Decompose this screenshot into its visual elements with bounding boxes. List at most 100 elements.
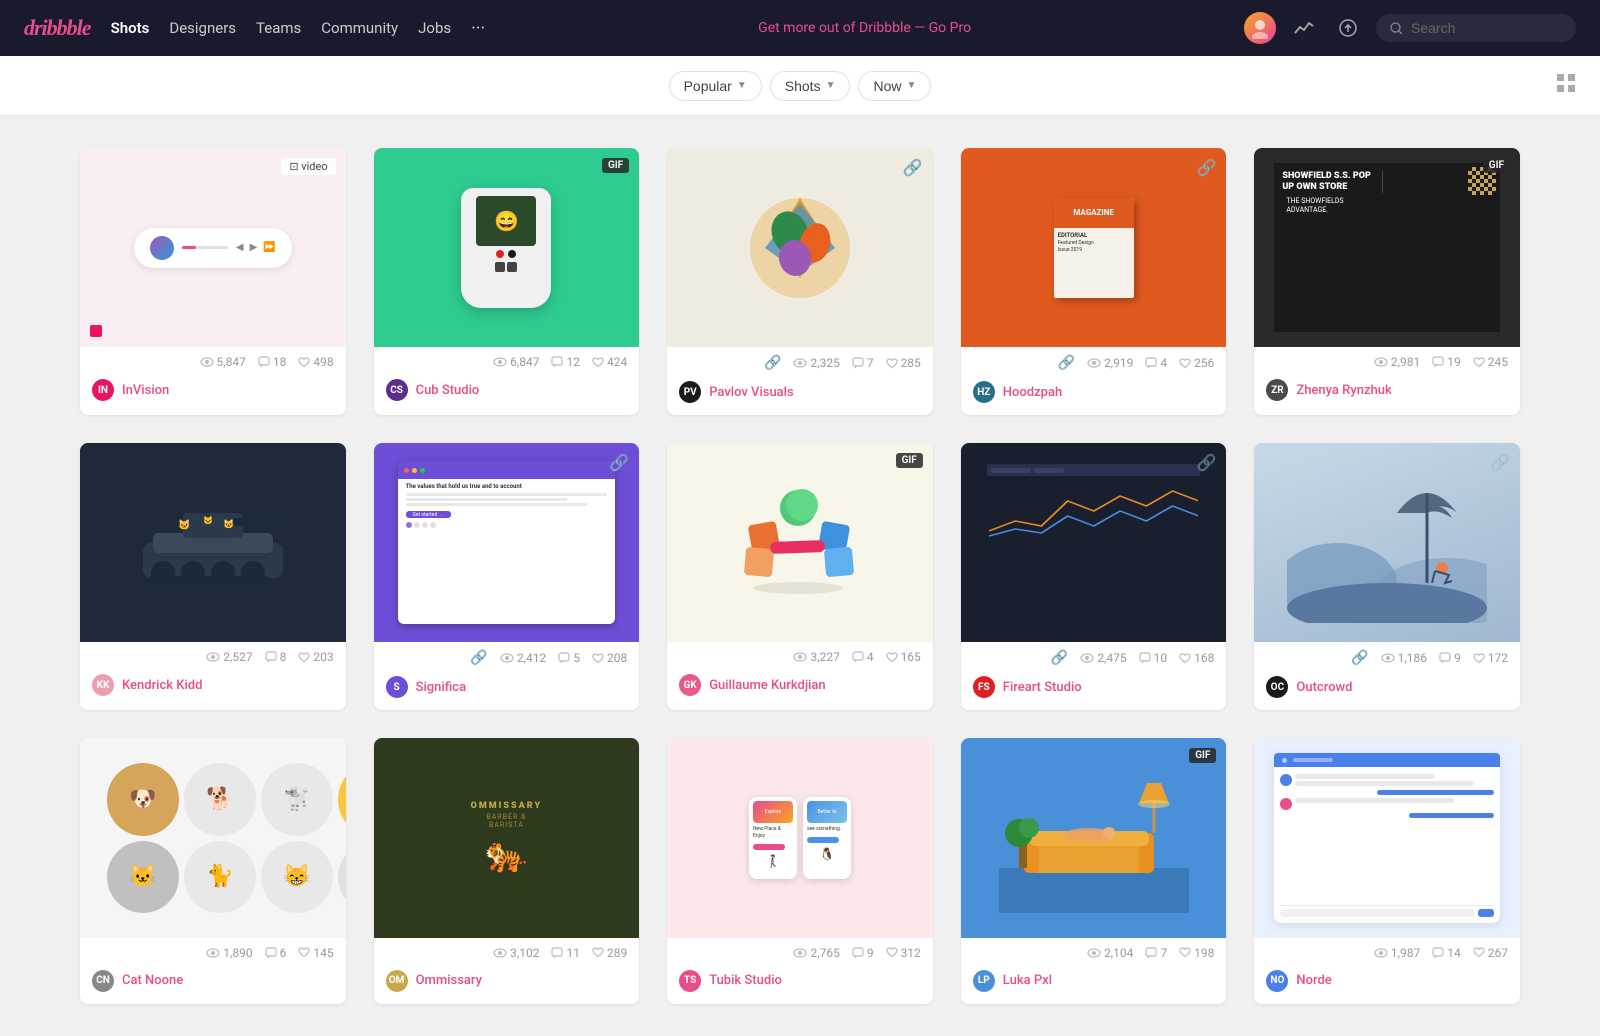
author-avatar[interactable]: PV [679,381,701,403]
promo-banner: Get more out of Dribbble — Go Pro [505,20,1224,36]
author-avatar[interactable]: OC [1266,676,1288,698]
shot-card[interactable]: 🔗 🔗 2,475 10 168 FS Fireart Studio [961,443,1227,710]
shot-card[interactable]: 🐱 🐱 🐱 2,527 8 203 KK Kendrick Kidd [80,443,346,710]
shot-card[interactable]: 😄 GIF 6,847 12 424 CS [374,148,640,415]
comment-count: 5 [558,651,580,665]
shot-author: CS Cub Studio [374,375,640,413]
author-name[interactable]: Tubik Studio [709,973,782,988]
author-avatar[interactable]: IN [92,379,114,401]
site-logo[interactable]: dribbble [24,15,91,41]
author-name[interactable]: InVision [122,383,169,398]
shot-author: HZ Hoodzpah [961,377,1227,415]
shot-thumbnail: 🐶 🐕 🐩 🐾 🐱 🐈 😸 🐾 [80,738,346,937]
upload-button[interactable] [1332,12,1364,44]
like-count: 208 [592,651,627,665]
author-name[interactable]: Ommissary [416,973,482,988]
shot-card[interactable]: ◀▶⏩ ⊡ video 5,847 18 498 IN InVision [80,148,346,415]
comment-count: 4 [852,650,874,664]
chevron-down-icon: ▼ [826,80,836,91]
link-icon: 🔗 [470,650,487,666]
shot-author: IN InVision [80,375,346,413]
nav-designers[interactable]: Designers [169,19,236,37]
grid-toggle-button[interactable] [1556,73,1576,99]
author-avatar[interactable]: KK [92,674,114,696]
author-name[interactable]: Guillaume Kurkdjian [709,678,825,693]
nav-community[interactable]: Community [321,19,398,37]
like-count: 312 [886,946,921,960]
author-name[interactable]: Significa [416,680,467,695]
author-name[interactable]: Pavlov Visuals [709,385,794,400]
author-avatar[interactable]: HZ [973,381,995,403]
author-name[interactable]: Outcrowd [1296,680,1352,695]
nav-more-button[interactable]: ··· [471,18,485,39]
nav-jobs[interactable]: Jobs [418,19,451,37]
author-avatar[interactable]: LP [973,970,995,992]
shot-card[interactable]: 🔗 🔗 1,186 9 172 OC Outcrowd [1254,443,1520,710]
shot-stats: 🔗 1,186 9 172 [1254,642,1520,672]
author-avatar[interactable]: CN [92,970,114,992]
author-name[interactable]: Fireart Studio [1003,680,1082,695]
link-icon: 🔗 [1058,355,1075,371]
author-avatar[interactable]: S [386,676,408,698]
comment-count: 9 [1439,651,1461,665]
author-avatar[interactable]: FS [973,676,995,698]
view-count: 1,186 [1381,651,1427,665]
author-name[interactable]: Luka Pxl [1003,973,1052,988]
author-avatar[interactable]: OM [386,970,408,992]
author-name[interactable]: Cub Studio [416,383,480,398]
author-avatar[interactable]: GK [679,674,701,696]
shot-stats: 🔗 2,919 4 256 [961,347,1227,377]
author-avatar[interactable]: ZR [1266,379,1288,401]
view-count: 2,475 [1080,651,1126,665]
view-count: 3,227 [793,650,839,664]
shot-author: NO Norde [1254,966,1520,1004]
shot-card[interactable]: GIF 3,227 4 165 GK Guillaume Kurkdjian [667,443,933,710]
nav-shots[interactable]: Shots [111,19,150,37]
author-avatar[interactable]: NO [1266,970,1288,992]
shot-thumbnail: GIF [961,738,1227,937]
shots-filter[interactable]: Shots ▼ [770,71,851,101]
shot-card[interactable]: MAGAZINE EDITORIAL Featured Design Issue… [961,148,1227,415]
comment-count: 6 [265,946,287,960]
search-input[interactable] [1411,20,1551,36]
view-count: 6,847 [493,355,539,369]
author-name[interactable]: Norde [1296,973,1331,988]
shot-author: OM Ommissary [374,966,640,1004]
shot-author: TS Tubik Studio [667,966,933,1004]
navbar: dribbble Shots Designers Teams Community… [0,0,1600,56]
shot-thumbnail: GIF [667,443,933,642]
svg-text:🐱: 🐱 [223,519,234,530]
author-avatar[interactable]: CS [386,379,408,401]
view-count: 3,102 [493,946,539,960]
shot-card[interactable]: 🐶 🐕 🐩 🐾 🐱 🐈 😸 🐾 1,890 6 145 [80,738,346,1003]
comment-count: 9 [852,946,874,960]
comment-count: 7 [852,356,874,370]
nav-teams[interactable]: Teams [256,19,301,37]
time-filter[interactable]: Now ▼ [858,71,931,101]
shot-thumbnail: 🔗 [1254,443,1520,642]
shot-author: PV Pavlov Visuals [667,377,933,415]
shot-card[interactable]: GIF 2,104 7 198 LP Luka Pxl [961,738,1227,1003]
shot-card[interactable]: The values that hold us true and to acco… [374,443,640,710]
author-name[interactable]: Hoodzpah [1003,385,1062,400]
author-name[interactable]: Zhenya Rynzhuk [1296,383,1391,398]
shot-card[interactable]: Explore New Place & Enjoy 🚶‍♀️ Better to… [667,738,933,1003]
user-avatar[interactable] [1244,12,1276,44]
popular-filter[interactable]: Popular ▼ [669,71,762,101]
promo-link[interactable]: Get more out of Dribbble — Go Pro [758,20,971,36]
like-count: 256 [1179,356,1214,370]
author-name[interactable]: Cat Noone [122,973,183,988]
author-avatar[interactable]: TS [679,970,701,992]
shot-card[interactable]: 🔗 🔗 2,325 7 285 PV Pavlov Visuals [667,148,933,415]
author-name[interactable]: Kendrick Kidd [122,678,202,693]
svg-text:🐱: 🐱 [178,519,190,531]
shot-stats: 🔗 2,412 5 208 [374,642,640,672]
view-count: 5,847 [200,355,246,369]
like-count: 168 [1179,651,1214,665]
shot-card[interactable]: 1,987 14 267 NO Norde [1254,738,1520,1003]
analytics-button[interactable] [1288,12,1320,44]
shot-card[interactable]: SHOWFIELD S.S. POP UP OWN STORE THE SHOW… [1254,148,1520,415]
shot-card[interactable]: OMMISSARY BARBER & BARISTA 🐅 3,102 11 28… [374,738,640,1003]
like-count: 165 [886,650,921,664]
shot-stats: 3,227 4 165 [667,642,933,670]
